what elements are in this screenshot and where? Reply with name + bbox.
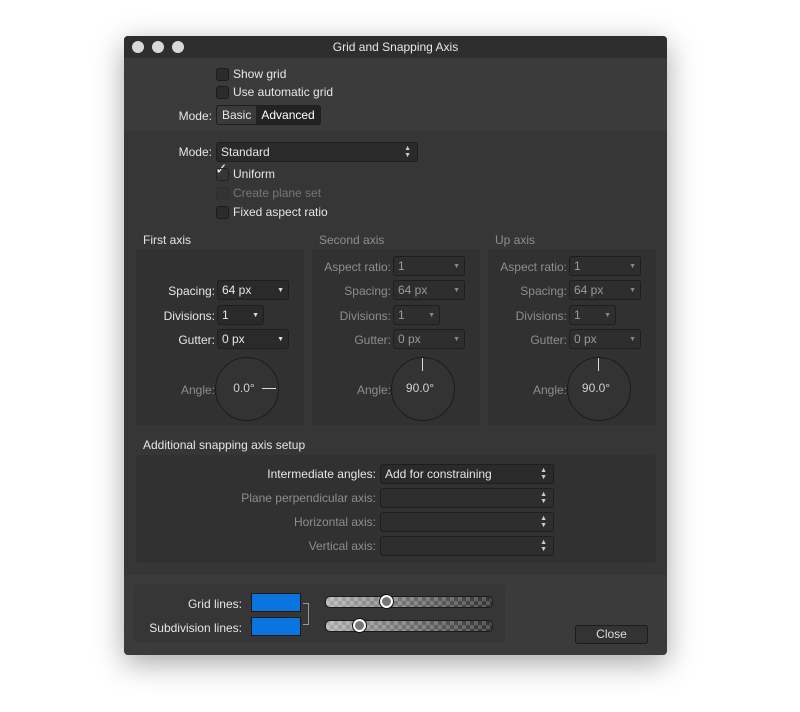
up-gutter-label: Gutter:	[530, 333, 567, 347]
second-spacing-value: 64 px	[398, 283, 428, 297]
grid-lines-opacity-slider[interactable]	[325, 595, 493, 608]
first-gutter-combo[interactable]: 0 px ▼	[217, 329, 289, 349]
first-gutter-label: Gutter:	[178, 333, 215, 347]
dropdown-arrow-icon: ▼	[277, 287, 284, 294]
up-spacing-value: 64 px	[574, 283, 604, 297]
mode-segmented-control: Basic Advanced	[216, 105, 321, 125]
second-divisions-combo[interactable]: 1 ▼	[393, 305, 440, 325]
up-down-arrows-icon: ▲ ▼	[540, 491, 547, 505]
first-spacing-label: Spacing:	[168, 284, 215, 298]
dropdown-arrow-icon: ▼	[428, 312, 435, 319]
second-angle-value: 90.0°	[405, 381, 435, 395]
second-spacing-combo[interactable]: 64 px ▼	[393, 280, 465, 300]
mode-label: Mode:	[178, 109, 212, 123]
up-down-arrows-icon: ▲ ▼	[540, 515, 547, 529]
up-gutter-value: 0 px	[574, 332, 597, 346]
second-gutter-combo[interactable]: 0 px ▼	[393, 329, 465, 349]
show-grid-checkbox[interactable]	[216, 68, 229, 81]
up-spacing-label: Spacing:	[520, 284, 567, 298]
second-divisions-label: Divisions:	[339, 309, 391, 323]
subdivision-lines-color-swatch[interactable]	[251, 617, 301, 636]
second-aspect-label: Aspect ratio:	[324, 260, 391, 274]
second-divisions-value: 1	[398, 308, 405, 322]
dropdown-arrow-icon: ▼	[604, 312, 611, 319]
dropdown-arrow-icon: ▼	[629, 287, 636, 294]
horizontal-axis-label: Horizontal axis:	[293, 515, 376, 529]
second-angle-label: Angle:	[356, 383, 391, 397]
second-axis-title: Second axis	[319, 233, 385, 247]
grid-lines-color-swatch[interactable]	[251, 593, 301, 612]
intermediate-angles-label: Intermediate angles:	[267, 467, 376, 481]
up-angle-value: 90.0°	[581, 381, 611, 395]
subdivision-lines-opacity-slider[interactable]	[325, 619, 493, 632]
fixed-aspect-checkbox[interactable]	[216, 206, 229, 219]
up-axis-title: Up axis	[495, 233, 536, 247]
dropdown-arrow-icon: ▼	[629, 336, 636, 343]
slider-knob[interactable]	[353, 619, 367, 632]
grid-mode-select[interactable]: Standard ▲ ▼	[216, 142, 418, 162]
show-grid-label: Show grid	[233, 67, 287, 81]
plane-perpendicular-select[interactable]: ▲ ▼	[380, 488, 554, 508]
grid-mode-value: Standard	[221, 145, 270, 159]
up-down-arrows-icon: ▲ ▼	[404, 145, 411, 159]
up-aspect-label: Aspect ratio:	[500, 260, 567, 274]
automatic-grid-label: Use automatic grid	[233, 85, 334, 99]
up-divisions-value: 1	[574, 308, 581, 322]
mode-basic-segment[interactable]: Basic	[217, 106, 256, 124]
dropdown-arrow-icon: ▼	[453, 263, 460, 270]
first-angle-label: Angle:	[180, 383, 215, 397]
first-axis-title: First axis	[143, 233, 191, 247]
mode-advanced-segment[interactable]: Advanced	[256, 106, 320, 124]
up-gutter-combo[interactable]: 0 px ▼	[569, 329, 641, 349]
up-spacing-combo[interactable]: 64 px ▼	[569, 280, 641, 300]
additional-setup-title: Additional snapping axis setup	[143, 438, 306, 452]
up-aspect-combo[interactable]: 1 ▼	[569, 256, 641, 276]
uniform-checkbox[interactable]	[216, 168, 229, 181]
angle-indicator	[262, 388, 276, 389]
angle-indicator	[598, 358, 599, 371]
up-aspect-value: 1	[574, 259, 581, 273]
close-button[interactable]: Close	[575, 625, 648, 644]
up-angle-label: Angle:	[532, 383, 567, 397]
dropdown-arrow-icon: ▼	[453, 336, 460, 343]
dropdown-arrow-icon: ▼	[453, 287, 460, 294]
dropdown-arrow-icon: ▼	[252, 312, 259, 319]
dropdown-arrow-icon: ▼	[629, 263, 636, 270]
intermediate-angles-value: Add for constraining	[385, 467, 492, 481]
slider-knob[interactable]	[379, 595, 393, 608]
first-divisions-label: Divisions:	[163, 309, 215, 323]
first-spacing-combo[interactable]: 64 px ▼	[217, 280, 289, 300]
vertical-axis-select[interactable]: ▲ ▼	[380, 536, 554, 556]
automatic-grid-checkbox[interactable]	[216, 86, 229, 99]
up-down-arrows-icon: ▲ ▼	[540, 539, 547, 553]
up-down-arrows-icon: ▲ ▼	[540, 467, 547, 481]
second-gutter-value: 0 px	[398, 332, 421, 346]
grid-lines-label: Grid lines:	[187, 597, 242, 611]
first-divisions-combo[interactable]: 1 ▼	[217, 305, 264, 325]
second-aspect-combo[interactable]: 1 ▼	[393, 256, 465, 276]
grid-mode-label: Mode:	[178, 145, 212, 159]
link-chain-icon[interactable]	[303, 603, 309, 625]
first-gutter-value: 0 px	[222, 332, 245, 346]
up-divisions-combo[interactable]: 1 ▼	[569, 305, 616, 325]
second-gutter-label: Gutter:	[354, 333, 391, 347]
second-aspect-value: 1	[398, 259, 405, 273]
first-divisions-value: 1	[222, 308, 229, 322]
create-plane-set-checkbox[interactable]	[216, 187, 229, 200]
up-divisions-label: Divisions:	[515, 309, 567, 323]
create-plane-set-label: Create plane set	[233, 186, 322, 200]
dropdown-arrow-icon: ▼	[277, 336, 284, 343]
horizontal-axis-select[interactable]: ▲ ▼	[380, 512, 554, 532]
subdivision-lines-label: Subdivision lines:	[149, 621, 242, 635]
second-spacing-label: Spacing:	[344, 284, 391, 298]
intermediate-angles-select[interactable]: Add for constraining ▲ ▼	[380, 464, 554, 484]
angle-indicator	[422, 358, 423, 371]
uniform-label: Uniform	[233, 167, 276, 181]
fixed-aspect-label: Fixed aspect ratio	[233, 205, 328, 219]
vertical-axis-label: Vertical axis:	[308, 539, 376, 553]
window-title: Grid and Snapping Axis	[332, 40, 459, 54]
first-spacing-value: 64 px	[222, 283, 252, 297]
plane-perpendicular-label: Plane perpendicular axis:	[241, 491, 376, 505]
